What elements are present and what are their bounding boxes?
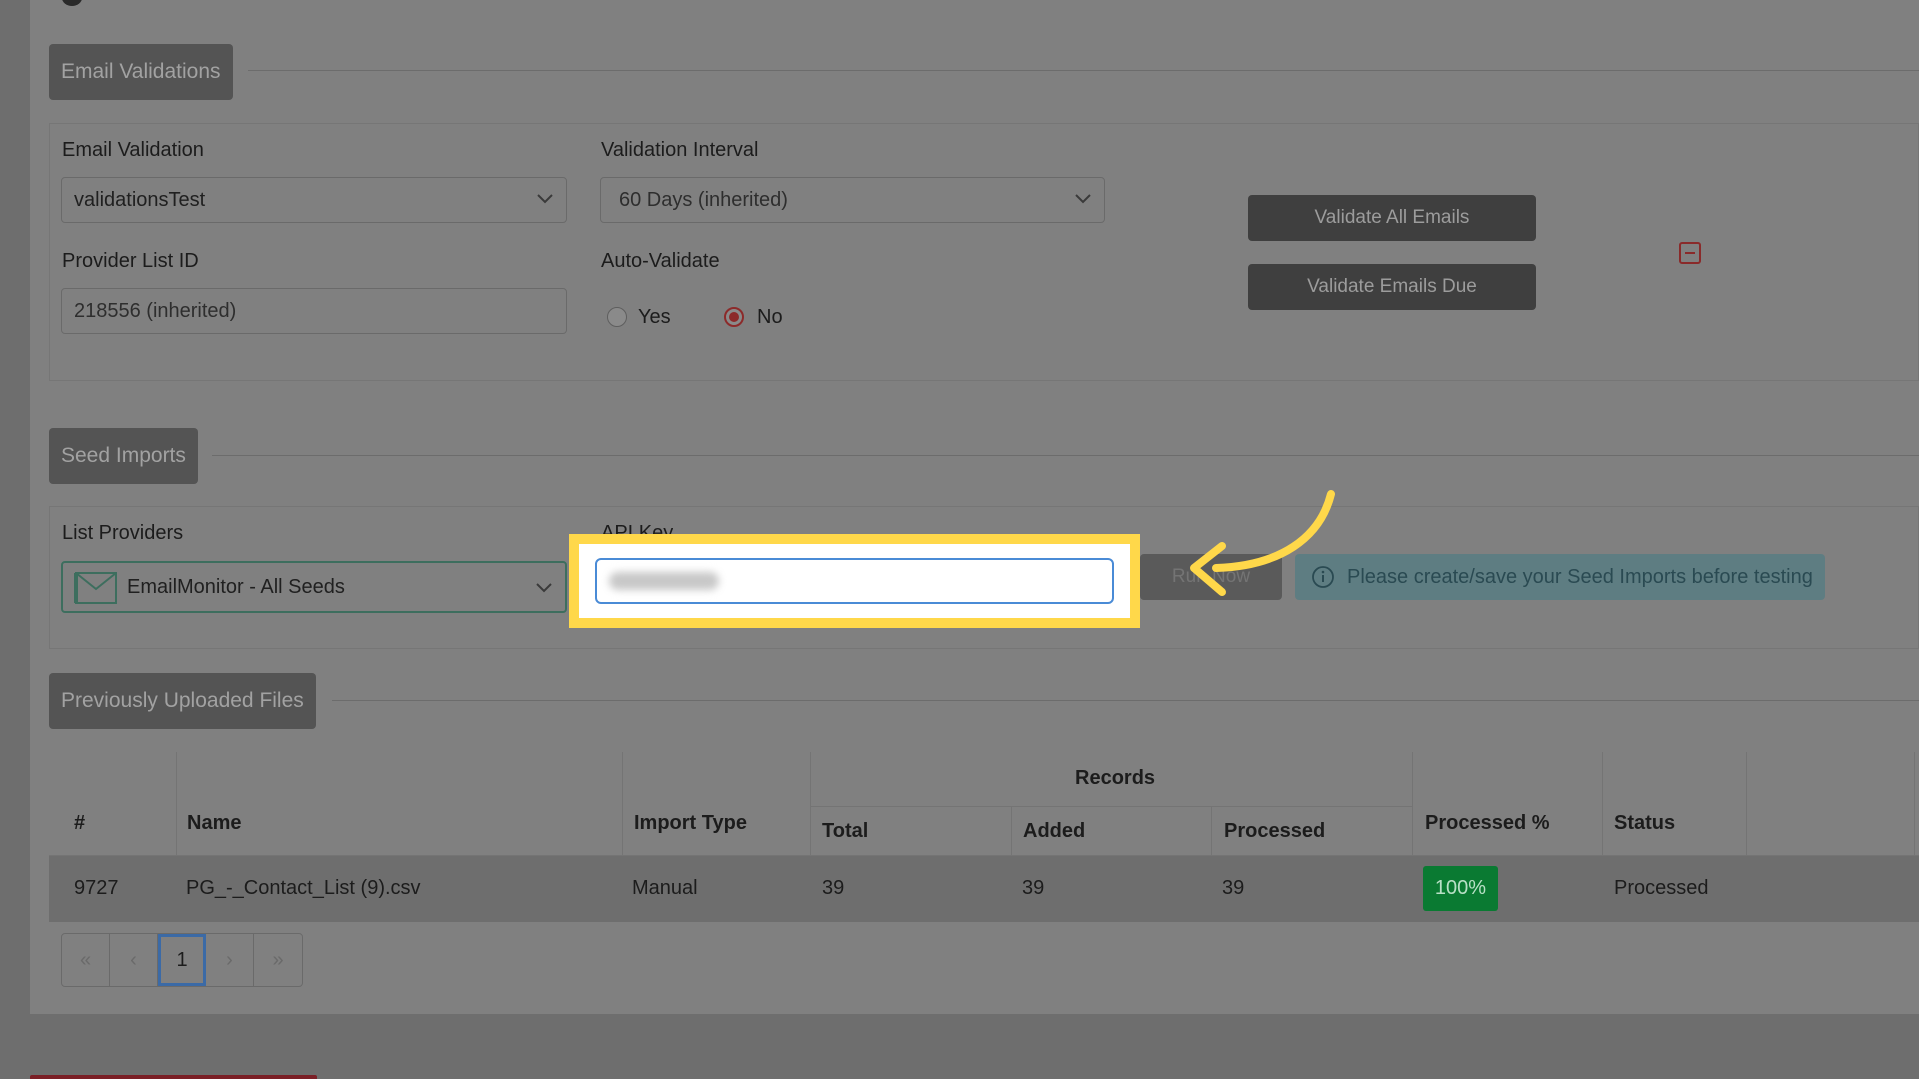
table-divider (1412, 752, 1413, 856)
section-title-seed-imports: Seed Imports (49, 428, 198, 484)
section-title-previously-uploaded-files: Previously Uploaded Files (49, 673, 316, 729)
seed-imports-info-alert: Please create/save your Seed Imports bef… (1295, 554, 1825, 600)
email-validations-box (49, 123, 1919, 381)
validation-interval-value: 60 Days (inherited) (619, 189, 788, 211)
api-key-input[interactable] (595, 558, 1114, 604)
row-status: Processed (1614, 877, 1709, 899)
email-validation-value: validationsTest (74, 189, 206, 211)
auto-validate-no-radio[interactable] (724, 307, 744, 327)
list-providers-value: EmailMonitor - All Seeds (127, 576, 345, 598)
column-header-records: Records (1075, 767, 1156, 789)
table-divider (1914, 752, 1915, 856)
pagination-first-button[interactable]: « (62, 934, 110, 986)
table-divider (1211, 806, 1212, 856)
column-header-processed-pct: Processed % (1425, 812, 1550, 834)
auto-validate-label: Auto-Validate (601, 250, 720, 272)
row-num: 9727 (74, 877, 119, 899)
pagination-page-1[interactable]: 1 (158, 934, 206, 986)
provider-list-id-value: 218556 (inherited) (74, 300, 237, 322)
section-divider (332, 700, 1919, 701)
auto-validate-yes-label: Yes (638, 306, 671, 328)
provider-list-id-field[interactable]: 218556 (inherited) (61, 288, 567, 334)
validation-interval-label: Validation Interval (601, 139, 759, 161)
validate-emails-due-button[interactable]: Validate Emails Due (1248, 264, 1536, 310)
email-validation-label: Email Validation (62, 139, 204, 161)
table-divider (810, 752, 811, 856)
column-header-name: Name (187, 812, 242, 834)
pagination: « ‹ 1 › » (61, 933, 303, 987)
section-divider (248, 70, 1919, 71)
section-title-email-validations: Email Validations (49, 44, 233, 100)
api-key-highlight (569, 534, 1140, 628)
list-providers-label: List Providers (62, 522, 184, 544)
remove-icon[interactable] (1679, 242, 1701, 264)
row-name: PG_-_Contact_List (9).csv (186, 877, 421, 899)
auto-validate-yes-radio[interactable] (607, 307, 627, 327)
table-divider (622, 752, 623, 856)
table-divider (1011, 806, 1012, 856)
api-key-highlight-inner (579, 544, 1130, 618)
pagination-prev-button[interactable]: ‹ (110, 934, 158, 986)
email-validation-select[interactable]: validationsTest (61, 177, 567, 223)
bottom-area (0, 1014, 1919, 1079)
column-header-status: Status (1614, 812, 1676, 834)
column-header-processed: Processed (1224, 820, 1326, 842)
chevron-down-icon (1075, 194, 1091, 204)
chevron-down-icon (537, 194, 553, 204)
column-header-total: Total (822, 820, 869, 842)
table-divider (1602, 752, 1603, 856)
table-divider (176, 752, 177, 856)
section-divider (212, 455, 1919, 456)
auto-validate-no-label: No (757, 306, 783, 328)
email-monitor-icon (74, 572, 117, 604)
info-message: Please create/save your Seed Imports bef… (1347, 566, 1813, 588)
pagination-next-button[interactable]: › (206, 934, 254, 986)
row-total: 39 (822, 877, 845, 899)
pagination-last-button[interactable]: » (254, 934, 302, 986)
validation-interval-select[interactable]: 60 Days (inherited) (600, 177, 1105, 223)
chevron-down-icon (536, 583, 552, 593)
processed-pct-badge: 100% (1423, 866, 1498, 911)
row-processed: 39 (1222, 877, 1245, 899)
provider-list-id-label: Provider List ID (62, 250, 199, 272)
validate-all-emails-button[interactable]: Validate All Emails (1248, 195, 1536, 241)
api-key-blurred-value (609, 572, 719, 590)
row-import-type: Manual (632, 877, 698, 899)
column-header-num: # (74, 812, 86, 834)
table-divider (810, 806, 1412, 807)
column-header-import-type: Import Type (634, 812, 747, 834)
annotation-arrow-icon (1190, 490, 1335, 596)
row-added: 39 (1022, 877, 1045, 899)
list-providers-select[interactable]: EmailMonitor - All Seeds (61, 561, 567, 613)
left-strip (0, 0, 30, 1079)
bottom-button-edge[interactable] (30, 1075, 317, 1079)
column-header-added: Added (1023, 820, 1086, 842)
table-divider (1746, 752, 1747, 856)
